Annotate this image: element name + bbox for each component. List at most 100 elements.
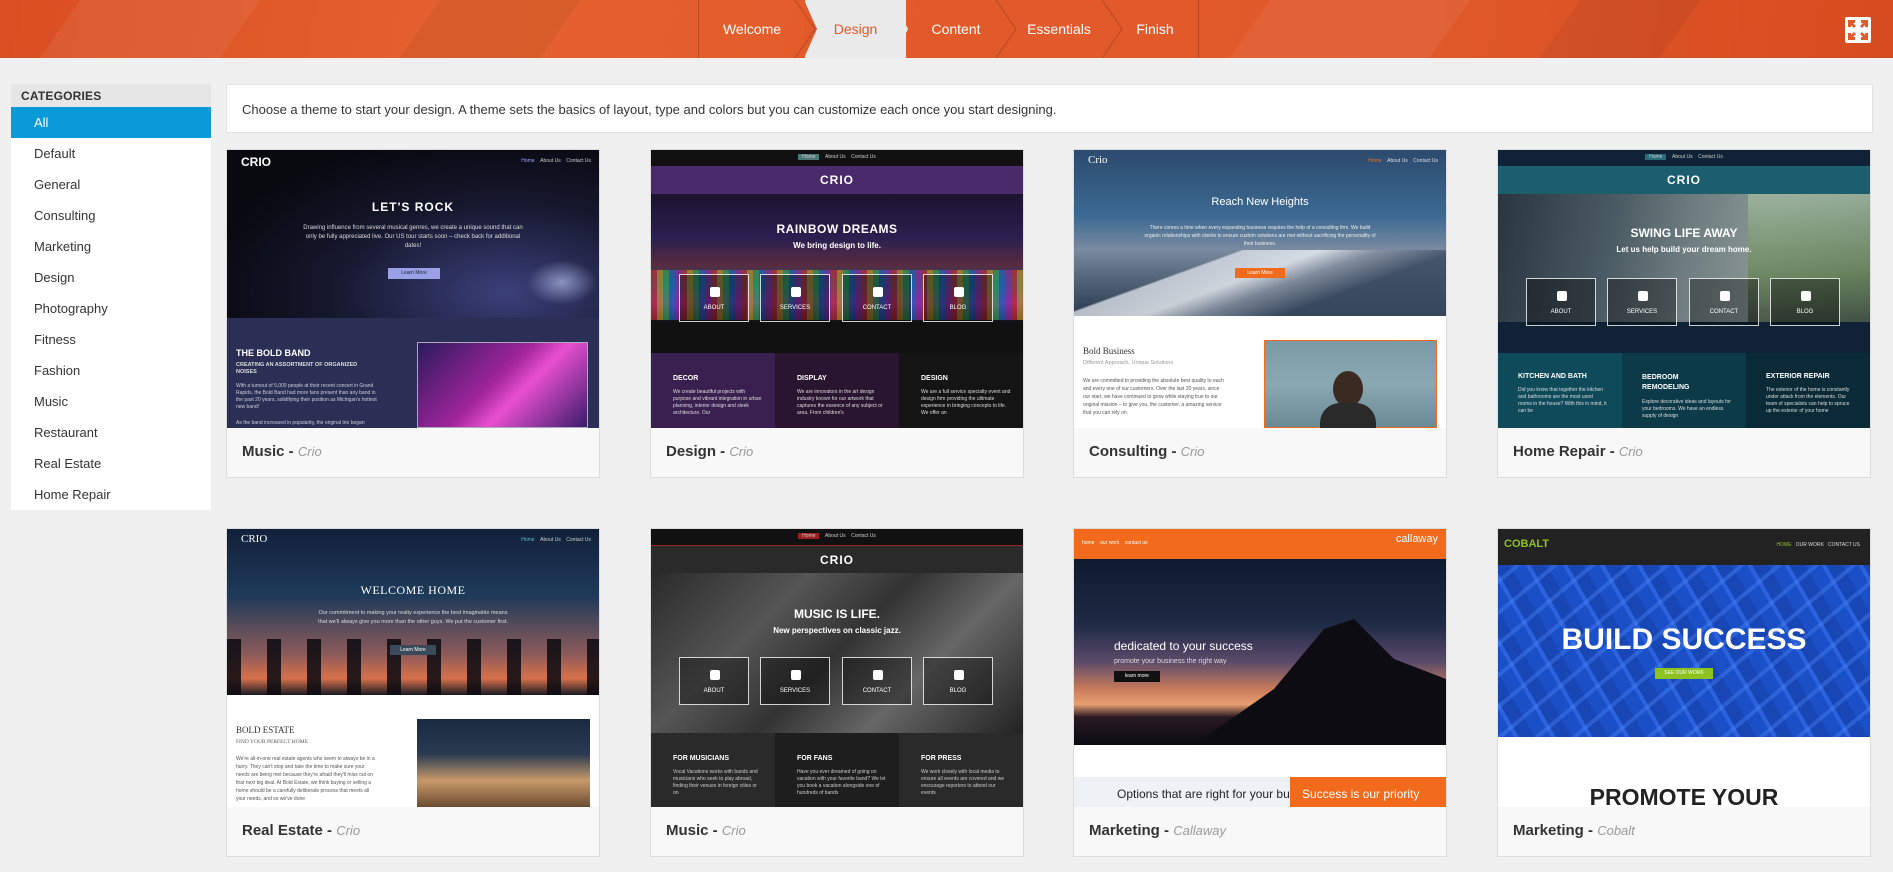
preview-section-text: As the band increased in popularity, the… [236, 420, 365, 426]
header-decoration [39, 0, 261, 58]
preview-hero-text: Our commitment to making your realty exp… [318, 610, 508, 625]
preview-hero-subtitle: We bring design to life. [793, 241, 881, 250]
preview-box-about: ABOUT [679, 657, 749, 705]
preview-section-text: We're all-in-one real estate agents who … [236, 756, 375, 802]
preview-hero-title: RAINBOW DREAMS [776, 222, 898, 236]
theme-card-label: Marketing - Callaway [1089, 822, 1226, 839]
theme-card-music-crio[interactable]: CRIO Home About Us Contact Us LET'S ROCK… [226, 149, 600, 478]
preview-hero-title: LET'S ROCK [371, 200, 455, 214]
preview-nav: Home About Us Contact Us [521, 158, 591, 164]
preview-hero-button: learn more [1114, 671, 1160, 682]
theme-preview: CRIO Home About Us Contact Us LET'S ROCK… [227, 150, 599, 428]
preview-column: KITCHEN AND BATH Did you know that toget… [1498, 353, 1622, 428]
step-welcome[interactable]: Welcome [699, 0, 816, 58]
preview-hero-text: There comes a time when every expanding … [1144, 225, 1376, 247]
preview-box-blog: BLOG [923, 274, 993, 322]
preview-column: DECOR We create beautiful projects with … [651, 353, 775, 428]
preview-column: DESIGN We are a full service specialty e… [899, 353, 1023, 428]
preview-column: FOR MUSICIANS Vocal Vacations works with… [651, 733, 775, 807]
category-music[interactable]: Music [11, 386, 211, 417]
theme-preview: COBALT HOME OUR WORK CONTACT US BUILD SU… [1498, 529, 1870, 807]
step-label: Design [833, 21, 878, 37]
step-label: Welcome [722, 21, 782, 37]
preview-logo: COBALT [1504, 538, 1550, 550]
preview-hero-title: BUILD SUCCESS [1561, 623, 1807, 656]
category-fashion[interactable]: Fashion [11, 355, 211, 386]
preview-nav: Home About Us Contact Us [651, 150, 1023, 166]
preview-box-services: SERVICES [760, 274, 830, 322]
preview-band-left: Options that are right for your business [1074, 777, 1290, 807]
theme-card-marketing-callaway[interactable]: home our work contact us callaway dedica… [1073, 528, 1447, 857]
step-label: Finish [1136, 21, 1174, 37]
preview-box-services: SERVICES [760, 657, 830, 705]
category-restaurant[interactable]: Restaurant [11, 417, 211, 448]
header-decoration [1539, 0, 1701, 58]
theme-card-label: Home Repair - Crio [1513, 443, 1643, 460]
intro-text: Choose a theme to start your design. A t… [226, 84, 1873, 133]
step-content[interactable]: Content [906, 0, 1017, 58]
preview-logo: CRIO [241, 155, 271, 169]
preview-section-image [1264, 340, 1437, 428]
category-default[interactable]: Default [11, 138, 211, 169]
theme-card-music-crio-jazz[interactable]: Home About Us Contact Us CRIO MUSIC IS L… [650, 528, 1024, 857]
category-design[interactable]: Design [11, 262, 211, 293]
preview-section-title: THE BOLD BAND [236, 348, 311, 358]
category-home-repair[interactable]: Home Repair [11, 479, 211, 510]
preview-box-about: ABOUT [1526, 278, 1596, 326]
category-marketing[interactable]: Marketing [11, 231, 211, 262]
preview-section-image [417, 342, 588, 428]
preview-column: FOR FANS Have you ever dreamed of going … [775, 733, 899, 807]
preview-logo: callaway [1395, 533, 1438, 545]
preview-logo: CRIO [651, 166, 1023, 194]
preview-section-subtitle: Different Approach, Unique Solutions [1083, 360, 1174, 366]
preview-hero-button: Learn More [390, 645, 436, 655]
theme-card-design-crio[interactable]: Home About Us Contact Us CRIO RAINBOW DR… [650, 149, 1024, 478]
category-consulting[interactable]: Consulting [11, 200, 211, 231]
preview-hero-title: SWING LIFE AWAY [1630, 226, 1738, 240]
preview-hero-subtitle: promote your business the right way [1114, 658, 1227, 665]
preview-hero-title: dedicated to your success [1114, 639, 1253, 653]
step-finish[interactable]: Finish [1112, 0, 1198, 58]
theme-preview: Crio Home About Us Contact Us Reach New … [1074, 150, 1446, 428]
header-decoration [399, 0, 581, 58]
preview-box-blog: BLOG [1770, 278, 1840, 326]
preview-nav: HOME OUR WORK CONTACT US [1776, 542, 1860, 548]
theme-card-real-estate-crio[interactable]: CRIO Home About Us Contact Us WELCOME HO… [226, 528, 600, 857]
wizard-steps: Welcome Design Content Essentials Finish [698, 0, 1199, 58]
preview-box-about: ABOUT [679, 274, 749, 322]
mountain-image [1074, 250, 1446, 316]
theme-card-marketing-cobalt[interactable]: COBALT HOME OUR WORK CONTACT US BUILD SU… [1497, 528, 1871, 857]
preview-nav: Home About Us Contact Us [1498, 150, 1870, 166]
chevron-right-icon [995, 0, 1017, 58]
category-fitness[interactable]: Fitness [11, 324, 211, 355]
category-real-estate[interactable]: Real Estate [11, 448, 211, 479]
step-design[interactable]: Design [804, 0, 908, 58]
category-photography[interactable]: Photography [11, 293, 211, 324]
preview-section-title: BOLD ESTATE [236, 725, 295, 735]
category-all[interactable]: All [11, 107, 211, 138]
theme-card-home-repair-crio[interactable]: Home About Us Contact Us CRIO SWING LIFE… [1497, 149, 1871, 478]
step-essentials[interactable]: Essentials [1006, 0, 1123, 58]
preview-hero-text: Drawing influence from several musical g… [303, 225, 523, 249]
preview-hero-title: Reach New Heights [1211, 196, 1309, 208]
fullscreen-exit-icon [1848, 20, 1868, 40]
preview-logo: CRIO [1498, 166, 1870, 194]
category-general[interactable]: General [11, 169, 211, 200]
theme-card-consulting-crio[interactable]: Crio Home About Us Contact Us Reach New … [1073, 149, 1447, 478]
preview-logo: CRIO [651, 545, 1023, 573]
hero-background [651, 573, 1023, 733]
preview-column: FOR PRESS We work closely with local med… [899, 733, 1023, 807]
fullscreen-exit-button[interactable] [1845, 17, 1871, 43]
preview-hero-title: MUSIC IS LIFE. [793, 607, 880, 621]
preview-nav: home our work contact us [1082, 540, 1148, 546]
theme-card-label: Consulting - Crio [1089, 443, 1205, 460]
theme-preview: home our work contact us callaway dedica… [1074, 529, 1446, 807]
preview-column: DISPLAY We are innovators in the art des… [775, 353, 899, 428]
preview-section-subtitle: FIND YOUR PERFECT HOME [236, 739, 308, 745]
preview-hero-subtitle: New perspectives on classic jazz. [773, 626, 901, 635]
preview-section-text: We are committed to providing the absolu… [1083, 378, 1224, 416]
preview-box-services: SERVICES [1607, 278, 1677, 326]
category-sidebar: CATEGORIES All Default General Consultin… [11, 84, 211, 510]
step-label: Essentials [1027, 21, 1091, 37]
preview-hero-subtitle: Let us help build your dream home. [1616, 245, 1752, 254]
